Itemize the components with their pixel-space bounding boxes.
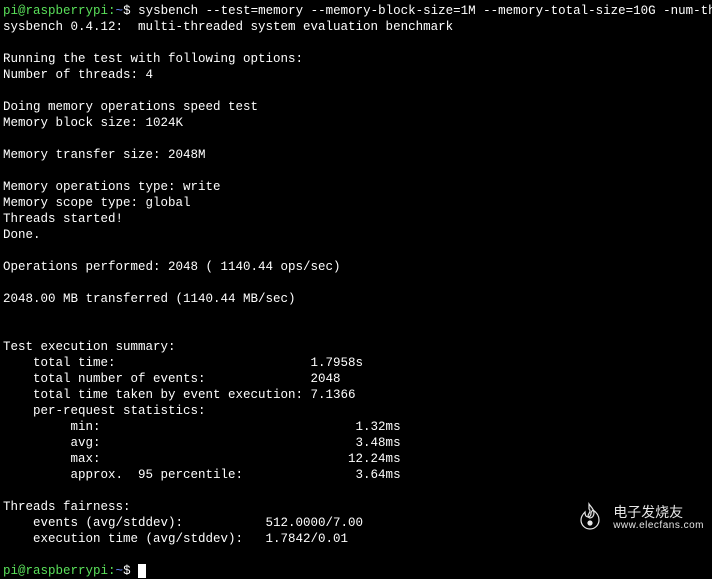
watermark-cn: 电子发烧友 xyxy=(613,505,704,519)
prompt-path: ~ xyxy=(116,4,124,18)
command-input[interactable]: sysbench --test=memory --memory-block-si… xyxy=(138,4,712,18)
prompt-line-1: pi@raspberrypi:~$ sysbench --test=memory… xyxy=(3,3,709,19)
output-threads-started: Threads started! xyxy=(3,211,709,227)
blank xyxy=(3,131,709,147)
watermark: 电子发烧友 www.elecfans.com xyxy=(575,500,704,537)
output-running: Running the test with following options: xyxy=(3,51,709,67)
watermark-en: www.elecfans.com xyxy=(613,519,704,533)
prompt-line-2: pi@raspberrypi:~$ xyxy=(3,563,709,579)
output-min: min: 1.32ms xyxy=(3,419,709,435)
blank xyxy=(3,243,709,259)
blank xyxy=(3,483,709,499)
output-max: max: 12.24ms xyxy=(3,451,709,467)
blank xyxy=(3,163,709,179)
prompt-path: ~ xyxy=(116,564,124,578)
output-avg: avg: 3.48ms xyxy=(3,435,709,451)
output-p95: approx. 95 percentile: 3.64ms xyxy=(3,467,709,483)
prompt-dollar: $ xyxy=(123,4,138,18)
blank xyxy=(3,275,709,291)
output-ops-type: Memory operations type: write xyxy=(3,179,709,195)
prompt-sep1: : xyxy=(108,4,116,18)
output-total-time: total time: 1.7958s xyxy=(3,355,709,371)
output-block-size: Memory block size: 1024K xyxy=(3,115,709,131)
output-done: Done. xyxy=(3,227,709,243)
blank xyxy=(3,83,709,99)
prompt-user-host: pi@raspberrypi xyxy=(3,564,108,578)
output-transfer-size: Memory transfer size: 2048M xyxy=(3,147,709,163)
prompt-user-host: pi@raspberrypi xyxy=(3,4,108,18)
output-ops-performed: Operations performed: 2048 ( 1140.44 ops… xyxy=(3,259,709,275)
prompt-sep1: : xyxy=(108,564,116,578)
output-mb-transferred: 2048.00 MB transferred (1140.44 MB/sec) xyxy=(3,291,709,307)
blank xyxy=(3,307,709,323)
prompt-dollar: $ xyxy=(123,564,138,578)
output-version: sysbench 0.4.12: multi-threaded system e… xyxy=(3,19,709,35)
output-per-req-header: per-request statistics: xyxy=(3,403,709,419)
output-scope-type: Memory scope type: global xyxy=(3,195,709,211)
watermark-text: 电子发烧友 www.elecfans.com xyxy=(613,505,704,533)
output-total-exec-time: total time taken by event execution: 7.1… xyxy=(3,387,709,403)
output-summary-header: Test execution summary: xyxy=(3,339,709,355)
output-total-events: total number of events: 2048 xyxy=(3,371,709,387)
output-threads: Number of threads: 4 xyxy=(3,67,709,83)
blank xyxy=(3,323,709,339)
output-doing: Doing memory operations speed test xyxy=(3,99,709,115)
flame-icon xyxy=(575,500,607,537)
terminal-cursor[interactable] xyxy=(138,564,146,578)
blank xyxy=(3,547,709,563)
blank xyxy=(3,35,709,51)
